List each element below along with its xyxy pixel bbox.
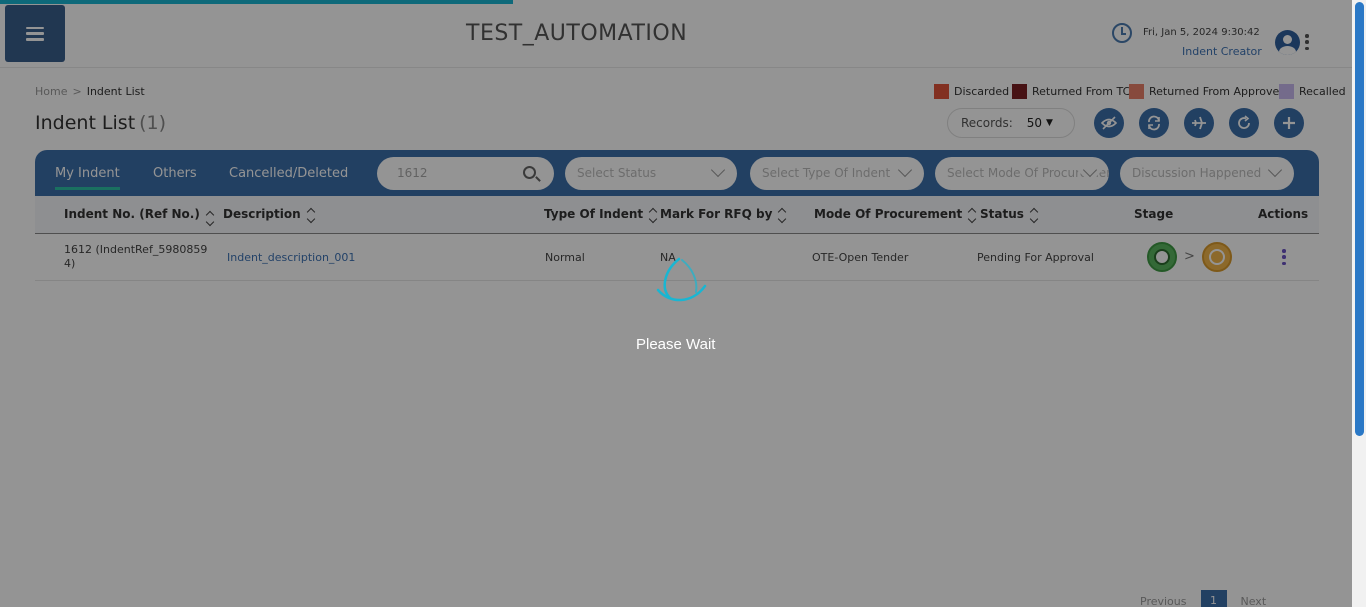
loading-spinner-icon xyxy=(656,257,707,302)
page-scrollbar[interactable] xyxy=(1352,0,1366,607)
scrollbar-thumb[interactable] xyxy=(1355,2,1364,436)
loading-text: Please Wait xyxy=(636,336,716,353)
